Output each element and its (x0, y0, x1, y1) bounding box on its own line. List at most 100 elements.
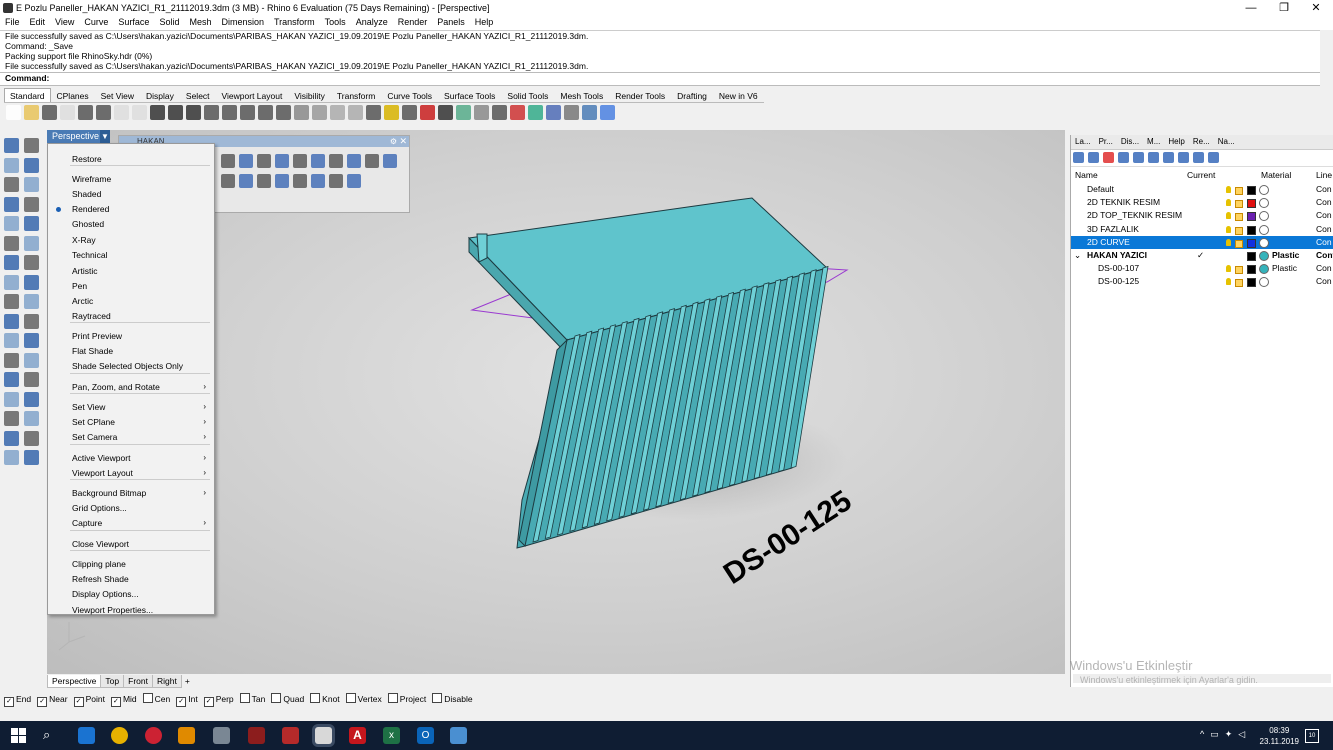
menu-analyze[interactable]: Analyze (351, 16, 393, 27)
menu-surface[interactable]: Surface (113, 16, 154, 27)
menu-item-rendered[interactable]: Rendered (48, 202, 214, 216)
select-icon[interactable] (4, 138, 19, 153)
material-swatch[interactable] (1259, 211, 1269, 222)
osnap-near[interactable]: ✓ Near (37, 694, 68, 707)
osnap-mid[interactable]: ✓ Mid (110, 694, 137, 707)
delete-icon[interactable] (1103, 152, 1114, 163)
osnap-checkbox[interactable] (310, 693, 321, 703)
layout-icon[interactable] (24, 372, 39, 387)
set-view-icon[interactable] (311, 105, 327, 120)
layer-icon[interactable] (437, 105, 453, 120)
osnap-checkbox[interactable]: ✓ (203, 697, 214, 707)
app-icon-2[interactable] (248, 727, 265, 744)
menu-item-pen[interactable]: Pen (48, 279, 214, 293)
osnap-vertex[interactable]: Vertex (345, 693, 382, 704)
visibility-bulb-icon[interactable] (1226, 278, 1231, 286)
floating-tool-icon[interactable] (275, 174, 289, 188)
osnap-quad[interactable]: Quad (271, 693, 304, 704)
trim-icon[interactable] (24, 411, 39, 426)
floating-tool-icon[interactable] (239, 154, 253, 168)
material-swatch[interactable] (1259, 237, 1269, 248)
filter-icon[interactable] (1163, 152, 1174, 163)
materials-icon[interactable] (455, 105, 471, 120)
menu-item-ghosted[interactable]: Ghosted (48, 217, 214, 231)
loft-icon[interactable] (24, 274, 39, 290)
layer-row[interactable]: 2D TEKNIK RESIM Con (1071, 196, 1333, 209)
menu-item-x-ray[interactable]: X-Ray (48, 233, 214, 247)
tab-select[interactable]: Select (180, 88, 216, 103)
menu-dimension[interactable]: Dimension (216, 16, 269, 27)
viewport-title[interactable]: Perspective (47, 130, 105, 143)
floating-tool-icon[interactable] (311, 174, 325, 188)
arc-icon[interactable] (24, 177, 39, 192)
material-swatch[interactable] (1259, 264, 1269, 275)
floating-tool-icon[interactable] (221, 154, 235, 168)
four-viewports-icon[interactable] (275, 105, 291, 120)
lock-icon[interactable] (1235, 213, 1243, 222)
floating-tool-icon[interactable] (311, 154, 325, 168)
help-icon[interactable] (1208, 152, 1219, 163)
autocad-icon[interactable]: A (349, 727, 366, 744)
polyline-icon[interactable] (4, 157, 19, 173)
command-history-scrollbar[interactable] (1320, 30, 1333, 84)
layer-row[interactable]: 2D TOP_TEKNIK RESIM Con (1071, 209, 1333, 222)
lock-icon[interactable] (1235, 200, 1243, 209)
tab-transform[interactable]: Transform (331, 88, 381, 103)
grid-icon[interactable] (293, 105, 309, 120)
menu-tools[interactable]: Tools (320, 16, 351, 27)
tab-surface-tools[interactable]: Surface Tools (438, 88, 501, 103)
add-viewport-tab-button[interactable]: + (181, 675, 194, 687)
circle-icon[interactable] (4, 177, 19, 192)
floating-tool-icon[interactable] (329, 174, 343, 188)
menu-item-viewport-properties[interactable]: Viewport Properties... (48, 603, 214, 617)
zoom-all-icon[interactable] (257, 105, 273, 120)
tab-curve-tools[interactable]: Curve Tools (381, 88, 438, 103)
panel-tab-2[interactable]: Dis... (1117, 135, 1143, 148)
osnap-perp[interactable]: ✓ Perp (203, 694, 234, 707)
menu-help[interactable]: Help (470, 16, 499, 27)
group-icon[interactable] (4, 352, 19, 368)
lock-icon[interactable] (1235, 266, 1243, 275)
render-preview-icon[interactable] (527, 105, 543, 120)
rectangle-icon[interactable] (4, 196, 19, 212)
osnap-cen[interactable]: Cen (142, 693, 170, 704)
osnap-checkbox[interactable]: ✓ (4, 697, 14, 707)
osnap-checkbox[interactable] (271, 693, 282, 703)
show-icon[interactable] (365, 105, 381, 120)
layer-row[interactable]: ⌄ HAKAN YAZICI ✓ Plastic Cont (1071, 249, 1333, 262)
copy-icon[interactable] (113, 105, 129, 120)
menu-item-shaded[interactable]: Shaded (48, 187, 214, 201)
tab-drafting[interactable]: Drafting (671, 88, 713, 103)
floating-tool-icon[interactable] (257, 174, 271, 188)
opera-icon[interactable] (145, 727, 162, 744)
tab-set-view[interactable]: Set View (95, 88, 140, 103)
app-icon-3[interactable] (282, 727, 299, 744)
open-icon[interactable] (23, 105, 39, 120)
layer-row[interactable]: 2D CURVE Con (1071, 235, 1333, 249)
menu-item-clipping-plane[interactable]: Clipping plane (48, 557, 214, 571)
layer-color-swatch[interactable] (1247, 278, 1256, 288)
import-icon[interactable] (77, 105, 93, 120)
osnap-end[interactable]: ✓ End (4, 694, 31, 707)
surface-icon[interactable] (24, 294, 39, 309)
environment-icon[interactable] (509, 105, 525, 120)
floating-tool-icon[interactable] (239, 174, 253, 188)
grid-snap-icon[interactable] (4, 430, 19, 446)
osnap-checkbox[interactable]: ✓ (37, 697, 48, 707)
point-icon[interactable] (24, 138, 39, 153)
save-icon[interactable] (41, 105, 57, 120)
object-properties-icon[interactable] (581, 105, 597, 120)
pan-icon[interactable] (167, 105, 183, 120)
tab-visibility[interactable]: Visibility (288, 88, 331, 103)
search-icon[interactable]: ⌕ (43, 727, 60, 744)
zoom-window-icon[interactable] (221, 105, 237, 120)
media-player-icon[interactable] (178, 727, 195, 744)
layer-row[interactable]: DS-00-107 Plastic Con (1071, 262, 1333, 275)
help-icon[interactable] (599, 105, 615, 120)
menu-item-grid-options[interactable]: Grid Options... (48, 501, 214, 515)
offset-icon[interactable] (4, 235, 19, 251)
menu-item-active-viewport[interactable]: Active Viewport › (48, 451, 214, 465)
osnap-checkbox[interactable]: ✓ (176, 697, 187, 707)
properties-icon[interactable] (419, 105, 435, 120)
menu-item-display-options[interactable]: Display Options... (48, 587, 214, 601)
